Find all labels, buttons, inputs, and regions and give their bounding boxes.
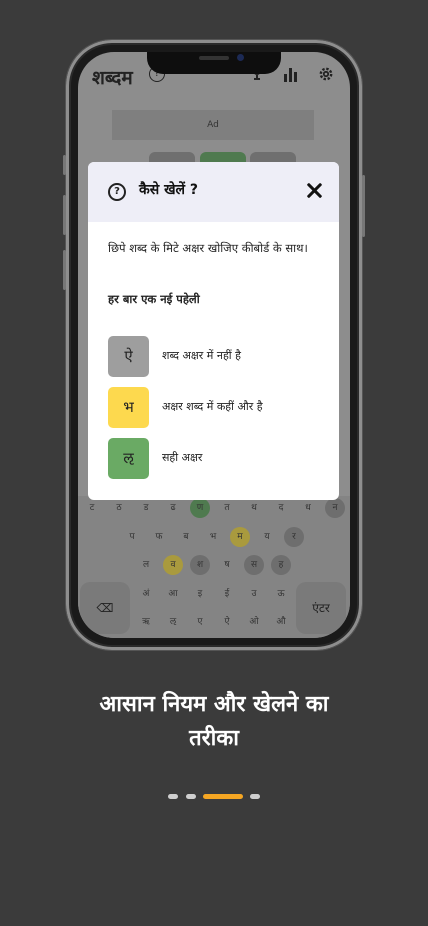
key[interactable]: य [257,527,277,547]
how-to-play-dialog: ? कैसे खेलें ? छिपे शब्द के मिटे अक्षर ख… [88,162,339,500]
page-dot-active[interactable] [203,794,243,799]
help-circle-icon: ? [108,183,126,201]
key[interactable]: ष [217,555,237,575]
key[interactable]: ल [136,555,156,575]
key[interactable]: ऊ [271,584,291,604]
phone-power-button [362,175,365,237]
key[interactable]: औ [271,612,291,632]
example-tile-absent: ऐ [108,336,149,377]
key[interactable]: ड [136,498,156,518]
app-title: शब्दम [92,67,133,89]
page-dot[interactable] [168,794,178,799]
backspace-key[interactable]: ⌫ [80,582,130,634]
phone-volume-down-button [63,250,66,290]
key[interactable]: र [284,527,304,547]
key[interactable]: म [230,527,250,547]
key[interactable]: थ [244,498,264,518]
example-label-present: अक्षर शब्द में कहीं और है [162,400,263,413]
key[interactable]: ध [298,498,318,518]
key[interactable]: भ [203,527,223,547]
key[interactable]: इ [190,584,210,604]
key[interactable]: ट [82,498,102,518]
key[interactable]: ऐ [217,612,237,632]
key[interactable]: ठ [109,498,129,518]
example-tile-correct: ऌ [108,438,149,479]
key[interactable]: स [244,555,264,575]
key[interactable]: ह [271,555,291,575]
key[interactable]: फ [149,527,169,547]
key[interactable]: ढ [163,498,183,518]
phone-notch [147,52,281,74]
dialog-intro-text: छिपे शब्द के मिटे अक्षर खोजिए कीबोर्ड के… [108,241,308,255]
key[interactable]: ऋ [136,612,156,632]
onboarding-caption: आसान नियम और खेलने का तरीका [0,688,428,756]
dialog-subheading: हर बार एक नई पहेली [108,292,200,306]
stats-icon[interactable] [283,66,299,86]
page-indicator [0,794,428,799]
key[interactable]: उ [244,584,264,604]
settings-gear-icon[interactable] [318,66,334,86]
key[interactable]: ण [190,498,210,518]
key[interactable]: अं [136,584,156,604]
key[interactable]: आ [163,584,183,604]
enter-key[interactable]: एंटर [296,582,346,634]
key[interactable]: ब [176,527,196,547]
caption-line-1: आसान नियम और खेलने का [99,692,329,717]
camera-icon [237,54,244,61]
key[interactable]: त [217,498,237,518]
example-label-absent: शब्द अक्षर में नहीं है [162,349,241,362]
page-dot[interactable] [250,794,260,799]
speaker-grille [199,56,229,60]
keyboard: ट ठ ड ढ ण त थ द ध न प फ ब भ म य र ल व श … [78,496,350,638]
key[interactable]: ई [217,584,237,604]
key[interactable]: ऌ [163,612,183,632]
caption-line-2: तरीका [189,726,239,751]
phone-volume-up-button [63,195,66,235]
key[interactable]: प [122,527,142,547]
dialog-header: ? कैसे खेलें ? [88,162,339,222]
key[interactable]: ओ [244,612,264,632]
dialog-title: कैसे खेलें ? [139,182,199,198]
key[interactable]: व [163,555,183,575]
key[interactable]: ए [190,612,210,632]
example-tile-present: भ [108,387,149,428]
example-label-correct: सही अक्षर [162,451,203,464]
page-dot[interactable] [186,794,196,799]
phone-side-button [63,155,66,175]
key[interactable]: द [271,498,291,518]
close-icon[interactable] [304,180,326,202]
ad-banner[interactable]: Ad [112,110,314,140]
key[interactable]: श [190,555,210,575]
key[interactable]: न [325,498,345,518]
